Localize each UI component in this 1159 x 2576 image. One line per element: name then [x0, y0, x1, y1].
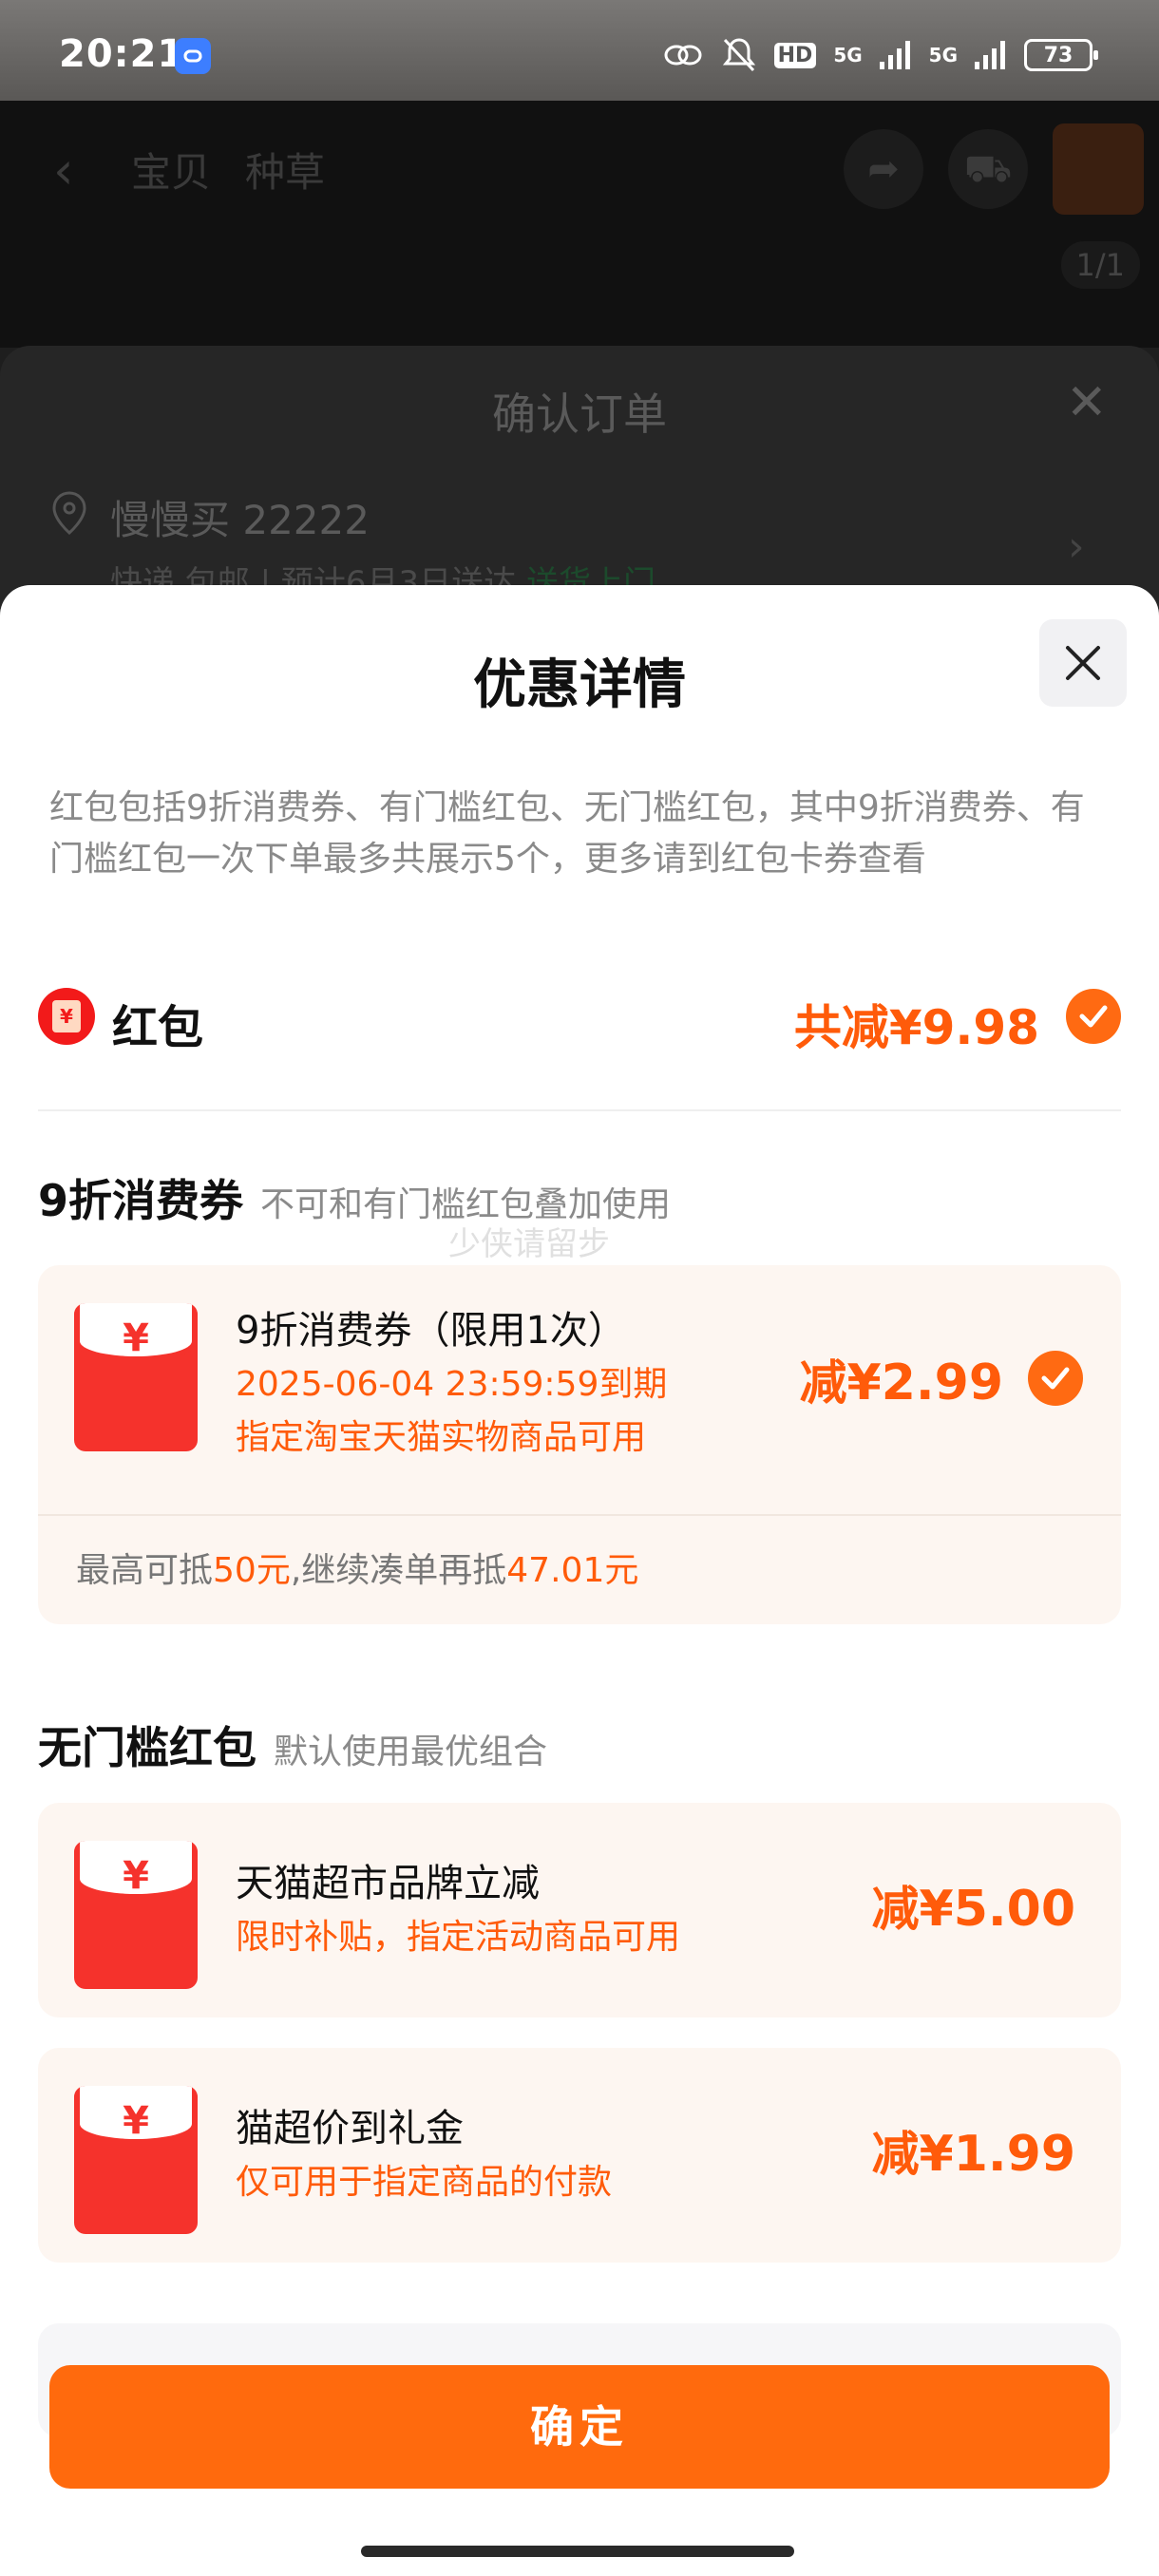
- product-header: ‹ 宝贝 种草 ➦ ⛟ 1/1: [0, 101, 1159, 348]
- coupon-footer: 最高可抵50元,继续凑单再抵47.01元: [76, 1551, 639, 1590]
- coupon-title: 9折消费券（限用1次）: [236, 1309, 626, 1353]
- hongbao-desc: 仅可用于指定商品的付款: [236, 2163, 613, 2202]
- location-pin-icon: [52, 491, 86, 535]
- status-bar: 20:21 HD 5G 5G 73: [0, 0, 1159, 101]
- hongbao-amount: 减¥5.00: [871, 1881, 1075, 1938]
- back-icon: ‹: [53, 141, 74, 200]
- red-envelope-icon: ¥: [74, 1303, 198, 1451]
- section-subtitle: 默认使用最优组合: [274, 1733, 548, 1771]
- discount-detail-sheet: 优惠详情 红包包括9折消费券、有门槛红包、无门槛红包，其中9折消费券、有门槛红包…: [0, 585, 1159, 2576]
- battery-icon: 73: [1024, 39, 1098, 71]
- hongbao-title: 猫超价到礼金: [236, 2107, 464, 2150]
- tab-product: 宝贝: [131, 149, 212, 196]
- close-icon: ✕: [1066, 374, 1108, 431]
- chevron-right-icon: ›: [1068, 522, 1085, 571]
- hongbao-title: 天猫超市品牌立减: [236, 1862, 540, 1905]
- hongbao-summary-row[interactable]: ¥ 红包 共减¥9.98: [38, 978, 1121, 1055]
- hongbao-card[interactable]: ¥ 天猫超市品牌立减 限时补贴，指定活动商品可用 减¥5.00: [38, 1803, 1121, 2017]
- section-no-threshold-hongbao: 无门槛红包 默认使用最优组合: [38, 1714, 547, 1776]
- section-title: 9折消费券: [38, 1175, 244, 1226]
- status-icons: HD 5G 5G 73: [662, 36, 1098, 74]
- hongbao-amount: 减¥1.99: [871, 2126, 1075, 2183]
- divider: [38, 1109, 1121, 1111]
- hongbao-total: 共减¥9.98: [793, 1000, 1039, 1055]
- confirm-order-title: 确认订单: [492, 388, 667, 440]
- link-icon: [175, 38, 211, 74]
- network-label-2: 5G: [928, 44, 958, 66]
- more-menu-icon: [1053, 123, 1144, 215]
- red-envelope-icon: ¥: [38, 988, 95, 1045]
- sheet-title: 优惠详情: [473, 654, 686, 716]
- bell-off-icon: [722, 38, 755, 72]
- check-circle-icon[interactable]: [1028, 1351, 1083, 1406]
- hd-badge: HD: [773, 42, 817, 68]
- confirm-button[interactable]: 确定: [49, 2365, 1110, 2489]
- status-time: 20:21: [59, 32, 185, 76]
- check-circle-icon[interactable]: [1066, 989, 1121, 1044]
- discount-description: 红包包括9折消费券、有门槛红包、无门槛红包，其中9折消费券、有门槛红包一次下单最…: [49, 788, 1085, 879]
- share-icon: ➦: [844, 129, 923, 209]
- coupon-expiry: 2025-06-04 23:59:59到期: [236, 1365, 668, 1404]
- home-indicator[interactable]: [361, 2546, 794, 2557]
- tab-grass: 种草: [245, 149, 326, 196]
- link-chain-icon: [664, 45, 702, 66]
- section-title: 无门槛红包: [38, 1722, 256, 1773]
- image-counter: 1/1: [1060, 241, 1140, 289]
- coupon-amount: 减¥2.99: [799, 1354, 1003, 1411]
- signal-icon: [975, 41, 1005, 69]
- close-button[interactable]: [1039, 619, 1127, 707]
- hongbao-card[interactable]: ¥ 猫超价到礼金 仅可用于指定商品的付款 减¥1.99: [38, 2048, 1121, 2263]
- coupon-card[interactable]: ¥ 9折消费券（限用1次） 2025-06-04 23:59:59到期 指定淘宝…: [38, 1265, 1121, 1624]
- close-icon: [1066, 646, 1100, 680]
- hongbao-label: 红包: [112, 1001, 204, 1054]
- address-name: 慢慢买 22222: [110, 497, 370, 543]
- red-envelope-icon: ¥: [74, 1841, 198, 1989]
- cart-icon: ⛟: [948, 129, 1028, 209]
- coupon-scope: 指定淘宝天猫实物商品可用: [236, 1418, 647, 1457]
- red-envelope-icon: ¥: [74, 2086, 198, 2234]
- network-label-1: 5G: [833, 44, 863, 66]
- hongbao-desc: 限时补贴，指定活动商品可用: [236, 1918, 681, 1957]
- watermark-text: 少侠请留步: [448, 1225, 610, 1263]
- card-divider: [38, 1514, 1121, 1516]
- signal-icon: [879, 41, 910, 69]
